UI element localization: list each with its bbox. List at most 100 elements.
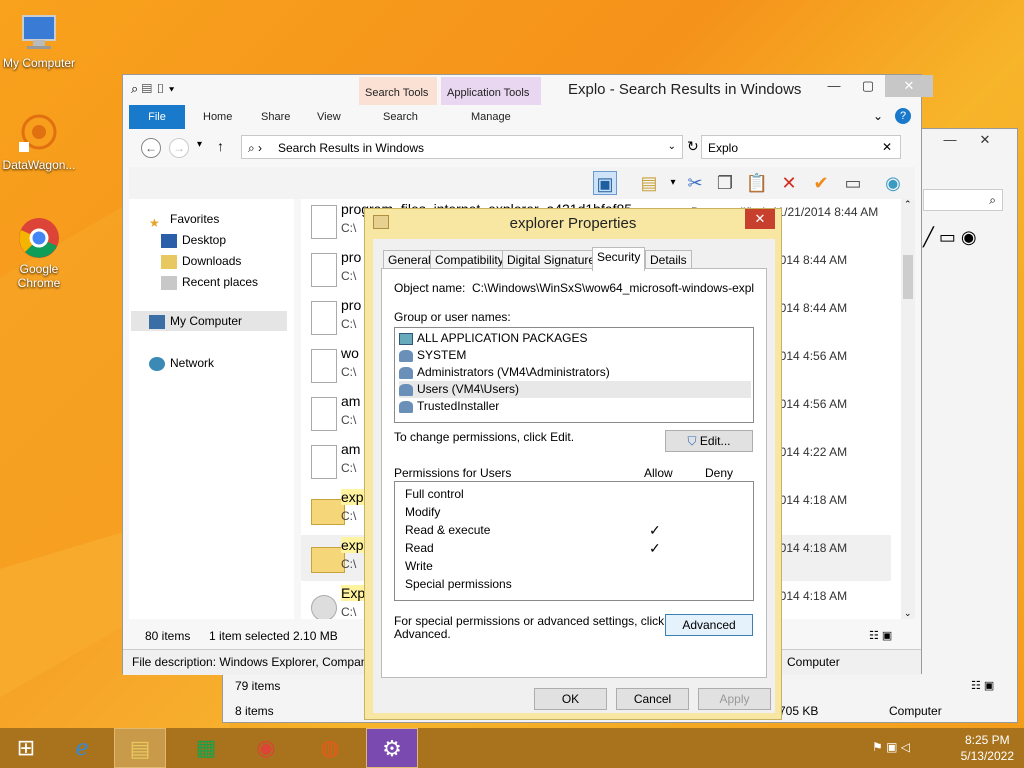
paste-icon[interactable]: 📋 bbox=[745, 171, 769, 195]
ribbon-expand-icon[interactable]: ⌄ bbox=[873, 109, 883, 123]
scroll-down-icon[interactable]: ⌄ bbox=[904, 608, 912, 619]
folder-icon bbox=[311, 547, 345, 573]
users-icon bbox=[399, 366, 413, 379]
tab-compatibility[interactable]: Compatibility bbox=[430, 250, 509, 270]
scroll-up-icon[interactable]: ⌃ bbox=[904, 199, 912, 210]
chrome-taskbar-icon[interactable]: ◉ bbox=[240, 728, 292, 768]
description-location: Computer bbox=[787, 655, 840, 669]
nav-label: Recent places bbox=[182, 275, 259, 289]
maximize-button[interactable]: ▢ bbox=[851, 75, 885, 97]
rename-icon[interactable]: ✔ bbox=[809, 171, 833, 195]
special-permissions-text-2: Advanced. bbox=[394, 627, 451, 641]
scrollbar[interactable]: ⌃ ⌄ bbox=[901, 199, 915, 619]
tab-share[interactable]: Share bbox=[251, 105, 300, 129]
search-input[interactable]: ⌕ bbox=[923, 189, 1003, 211]
shell-icon[interactable]: ◉ bbox=[881, 171, 905, 195]
list-item[interactable]: Users (VM4\Users) bbox=[399, 381, 751, 398]
nav-downloads[interactable]: Downloads bbox=[161, 251, 241, 271]
datawagon-icon bbox=[17, 112, 61, 156]
desktop-icon-datawagon[interactable]: DataWagon... bbox=[0, 112, 78, 172]
tab-details[interactable]: Details bbox=[645, 250, 692, 270]
clock[interactable]: 8:25 PM 5/13/2022 bbox=[961, 732, 1014, 764]
tab-digital-signatures[interactable]: Digital Signatures bbox=[502, 250, 607, 270]
shield-icon: ⛉ bbox=[687, 434, 697, 448]
start-button[interactable]: ⊞ bbox=[0, 728, 52, 768]
copy-icon[interactable]: ❐ bbox=[713, 171, 737, 195]
list-item[interactable]: ALL APPLICATION PACKAGES bbox=[399, 330, 751, 347]
star-icon: ★ bbox=[149, 215, 160, 230]
special-permissions-text-1: For special permissions or advanced sett… bbox=[394, 614, 665, 628]
tab-general[interactable]: General bbox=[383, 250, 436, 270]
desktop-icon-my-computer[interactable]: My Computer bbox=[0, 10, 78, 70]
new-item-icon[interactable]: ▭ bbox=[841, 171, 865, 195]
minimize-button[interactable]: — bbox=[933, 129, 967, 151]
clear-search-icon[interactable]: ✕ bbox=[882, 140, 892, 154]
apply-button[interactable]: Apply bbox=[698, 688, 771, 710]
close-button[interactable]: ✕ bbox=[885, 75, 933, 97]
file-path: C:\ bbox=[341, 509, 357, 523]
nav-my-computer[interactable]: My Computer bbox=[131, 311, 287, 331]
quick-access-toolbar[interactable]: ⌕ ▤ ▯ ▾ bbox=[131, 81, 174, 97]
tab-home[interactable]: Home bbox=[193, 105, 242, 129]
group-list[interactable]: ALL APPLICATION PACKAGES SYSTEM Administ… bbox=[394, 327, 754, 423]
forward-button[interactable]: → bbox=[169, 138, 189, 158]
up-button[interactable]: ↑ bbox=[217, 138, 224, 154]
tab-file[interactable]: File bbox=[129, 105, 185, 129]
permissions-list[interactable]: Full control Modify Read & execute ✓ Read ✓ Wr… bbox=[394, 481, 754, 601]
close-button[interactable]: ✕ bbox=[745, 209, 775, 229]
nav-favorites[interactable]: ★ Favorites bbox=[149, 209, 219, 230]
properties-dialog[interactable]: explorer Properties ✕ General Compatibil… bbox=[364, 208, 782, 720]
cut-icon[interactable]: ✂ bbox=[683, 171, 707, 195]
help-icon[interactable]: ? bbox=[895, 108, 911, 124]
tab-security[interactable]: Security bbox=[592, 247, 646, 271]
list-item[interactable]: TrustedInstaller bbox=[399, 398, 751, 415]
downloads-icon bbox=[161, 254, 177, 269]
firefox-icon[interactable]: ◍ bbox=[304, 728, 356, 768]
object-name-value: C:\Windows\WinSxS\wow64_microsoft-window… bbox=[472, 281, 754, 295]
context-tab-application-tools[interactable]: Application Tools bbox=[441, 77, 541, 105]
address-field[interactable]: ⌕ › Search Results in Windows ⌄ bbox=[241, 135, 683, 159]
view-toggle-icons[interactable]: ☷ ▣ bbox=[971, 679, 994, 692]
scrollbar-thumb[interactable] bbox=[903, 255, 913, 299]
list-item[interactable]: Administrators (VM4\Administrators) bbox=[399, 364, 751, 381]
permissions-label: Permissions for Users bbox=[394, 466, 512, 480]
dropdown-icon[interactable]: ▾ bbox=[661, 171, 685, 195]
file-explorer-icon[interactable]: ▤ bbox=[114, 728, 166, 768]
tab-search[interactable]: Search bbox=[373, 105, 428, 129]
status-size: 705 KB bbox=[779, 704, 819, 718]
list-item[interactable]: SYSTEM bbox=[399, 347, 751, 364]
delete-icon[interactable]: ✕ bbox=[777, 171, 801, 195]
cancel-button[interactable]: Cancel bbox=[616, 688, 689, 710]
internet-explorer-icon[interactable]: ℯ bbox=[56, 728, 108, 768]
desktop-icon-label: My Computer bbox=[2, 56, 76, 70]
nav-network[interactable]: Network bbox=[149, 353, 214, 373]
preview-pane-icon[interactable]: ▣ bbox=[593, 171, 617, 195]
nav-desktop[interactable]: Desktop bbox=[161, 230, 226, 250]
tray-icons[interactable]: ⚑ ▣ ◁ bbox=[872, 740, 910, 768]
back-button[interactable]: ← bbox=[141, 138, 161, 158]
desktop-icon-chrome[interactable]: Google Chrome bbox=[0, 216, 78, 290]
advanced-button[interactable]: Advanced bbox=[665, 614, 753, 636]
edit-button[interactable]: ⛉ Edit... bbox=[665, 430, 753, 452]
recent-dropdown-icon[interactable]: ▾ bbox=[197, 139, 202, 150]
store-icon[interactable]: ▦ bbox=[180, 728, 232, 768]
close-icon[interactable]: ✕ bbox=[968, 129, 1002, 151]
ok-button[interactable]: OK bbox=[534, 688, 607, 710]
title-bar: ⌕ ▤ ▯ ▾ Search Tools Application Tools E… bbox=[123, 75, 933, 105]
refresh-icon[interactable]: ↻ bbox=[687, 138, 699, 155]
list-item-label: ALL APPLICATION PACKAGES bbox=[417, 331, 588, 345]
search-input[interactable]: Explo ✕ bbox=[701, 135, 901, 159]
desktop-icon-label: DataWagon... bbox=[2, 158, 76, 172]
nav-recent-places[interactable]: Recent places bbox=[161, 272, 258, 292]
file-path: C:\ bbox=[341, 605, 357, 619]
tab-manage[interactable]: Manage bbox=[461, 105, 521, 129]
properties-icon[interactable]: ▤ bbox=[637, 171, 661, 195]
minimize-button[interactable]: — bbox=[817, 75, 851, 97]
file-name: wo bbox=[341, 345, 359, 361]
context-tab-search-tools[interactable]: Search Tools bbox=[359, 77, 437, 105]
view-toggle-icons[interactable]: ☷ ▣ bbox=[869, 629, 892, 642]
address-dropdown-icon[interactable]: ⌄ bbox=[668, 141, 676, 152]
permission-row: Read ✓ bbox=[399, 540, 751, 557]
settings-gear-icon[interactable]: ⚙ bbox=[366, 728, 418, 768]
tab-view[interactable]: View bbox=[307, 105, 351, 129]
